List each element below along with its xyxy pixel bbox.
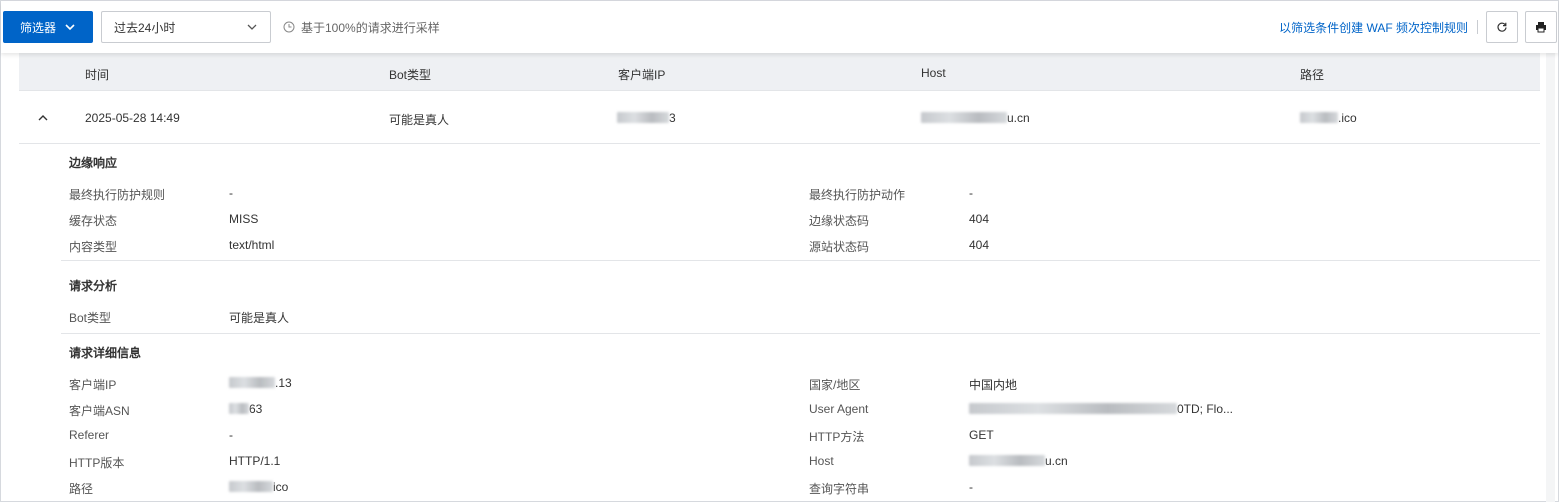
- cell-time: 2025-05-28 14:49: [85, 111, 180, 125]
- section-divider: [61, 333, 1540, 334]
- value-query-string: -: [969, 480, 973, 494]
- cell-client-ip-text: 3: [669, 111, 676, 125]
- value-host-text: u.cn: [1045, 454, 1068, 468]
- chevron-down-icon: [247, 24, 257, 30]
- value-http-method: GET: [969, 428, 994, 442]
- collapse-row-icon[interactable]: [37, 112, 49, 124]
- value-client-ip: .13: [229, 376, 292, 390]
- value-client-asn: 63: [229, 402, 262, 416]
- time-range-value: 过去24小时: [114, 20, 176, 35]
- value-origin-status-code: 404: [969, 238, 990, 252]
- value-country: 中国内地: [969, 378, 1018, 392]
- label-cache-status: 缓存状态: [69, 214, 118, 228]
- redacted-value: [617, 112, 669, 123]
- label-query-string: 查询字符串: [809, 482, 870, 496]
- value-path-text: ico: [273, 480, 289, 494]
- print-icon: [1536, 22, 1546, 33]
- value-host: u.cn: [969, 454, 1068, 468]
- cell-client-ip: 3: [617, 111, 676, 125]
- redacted-value: [229, 377, 275, 388]
- value-content-type: text/html: [229, 238, 275, 252]
- label-referer: Referer: [69, 428, 110, 442]
- value-final-action: -: [969, 186, 973, 200]
- cell-bot-type: 可能是真人: [389, 113, 450, 127]
- label-http-version: HTTP版本: [69, 456, 125, 470]
- redacted-value: [229, 481, 273, 492]
- section-title-edge-response: 边缘响应: [69, 156, 118, 170]
- refresh-icon: [1497, 22, 1507, 32]
- redacted-value: [969, 403, 1177, 414]
- cell-path: .ico: [1300, 111, 1357, 125]
- label-bot-type: Bot类型: [69, 311, 112, 325]
- label-user-agent: User Agent: [809, 402, 869, 416]
- column-header-client-ip: 客户端IP: [618, 68, 666, 82]
- value-user-agent-text: 0TD; Flo...: [1177, 402, 1234, 416]
- section-title-request-analysis: 请求分析: [69, 279, 118, 293]
- redacted-value: [229, 403, 249, 414]
- label-final-action: 最终执行防护动作: [809, 188, 906, 202]
- label-http-method: HTTP方法: [809, 430, 865, 444]
- sampling-note: 基于100%的请求进行采样: [283, 11, 440, 43]
- column-header-path: 路径: [1300, 68, 1325, 82]
- vertical-scrollbar[interactable]: [1546, 53, 1555, 502]
- value-referer: -: [229, 428, 233, 442]
- value-cache-status: MISS: [229, 212, 259, 226]
- value-http-version: HTTP/1.1: [229, 454, 281, 468]
- redacted-value: [969, 455, 1045, 466]
- print-button[interactable]: [1525, 11, 1557, 43]
- value-final-rule: -: [229, 186, 233, 200]
- time-range-select[interactable]: 过去24小时: [101, 11, 271, 43]
- label-origin-status-code: 源站状态码: [809, 240, 870, 254]
- clock-icon: [283, 21, 295, 33]
- create-waf-rule-link[interactable]: 以筛选条件创建 WAF 频次控制规则: [1279, 11, 1468, 43]
- cell-host: u.cn: [921, 111, 1030, 125]
- cell-path-text: .ico: [1338, 111, 1357, 125]
- value-client-ip-text: .13: [275, 376, 292, 390]
- filter-button-label: 筛选器: [19, 20, 56, 35]
- label-edge-status-code: 边缘状态码: [809, 214, 870, 228]
- column-header-time: 时间: [85, 68, 110, 82]
- label-final-rule: 最终执行防护规则: [69, 188, 166, 202]
- sampling-text: 基于100%的请求进行采样: [301, 20, 440, 35]
- label-content-type: 内容类型: [69, 240, 118, 254]
- table-row[interactable]: 2025-05-28 14:49 可能是真人 3 u.cn .ico: [19, 92, 1540, 144]
- value-client-asn-text: 63: [249, 402, 263, 416]
- value-path: ico: [229, 480, 288, 494]
- chevron-down-icon: [65, 24, 75, 31]
- toolbar-divider: [1477, 20, 1478, 34]
- value-bot-type: 可能是真人: [229, 311, 290, 325]
- refresh-button[interactable]: [1486, 11, 1518, 43]
- label-client-asn: 客户端ASN: [69, 404, 130, 418]
- section-divider: [61, 260, 1540, 261]
- redacted-value: [921, 112, 1007, 123]
- value-edge-status-code: 404: [969, 212, 990, 226]
- column-header-bot-type: Bot类型: [389, 68, 432, 82]
- table-header: 时间 Bot类型 客户端IP Host 路径: [19, 53, 1540, 91]
- label-host: Host: [809, 454, 834, 468]
- filter-button[interactable]: 筛选器: [3, 11, 93, 43]
- cell-host-text: u.cn: [1007, 111, 1030, 125]
- label-path: 路径: [69, 482, 94, 496]
- label-country: 国家/地区: [809, 378, 861, 392]
- column-header-host: Host: [921, 66, 946, 80]
- value-user-agent: 0TD; Flo...: [969, 402, 1233, 416]
- toolbar: 筛选器 过去24小时 基于100%的请求进行采样 以筛选条件创建 WAF 频次控…: [1, 1, 1558, 53]
- label-client-ip: 客户端IP: [69, 378, 117, 392]
- redacted-value: [1300, 112, 1338, 123]
- section-title-request-details: 请求详细信息: [69, 346, 142, 360]
